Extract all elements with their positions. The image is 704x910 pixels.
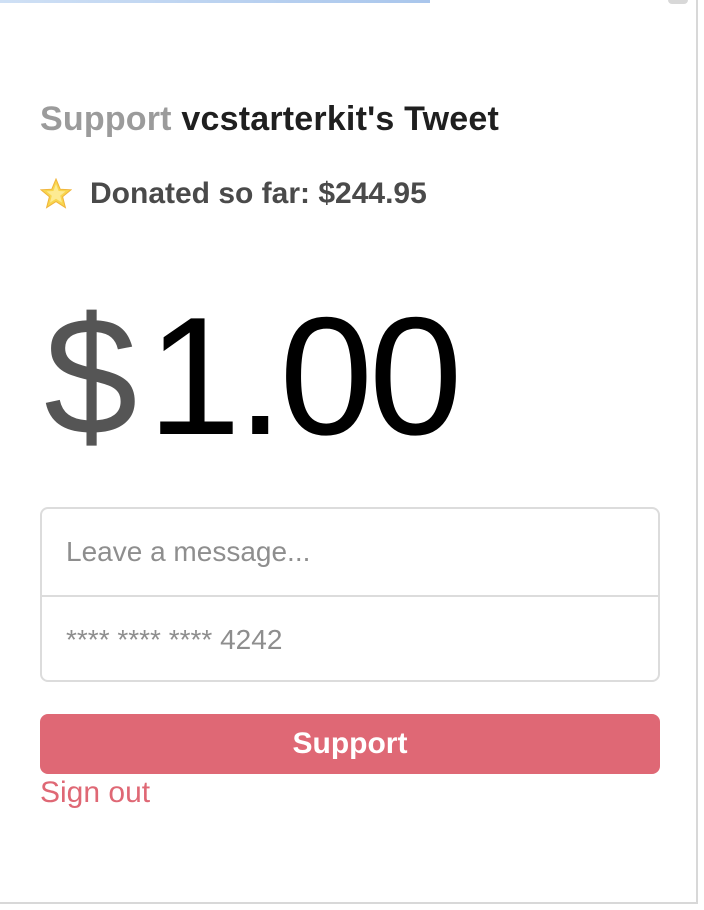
donation-amount: $1.00: [44, 292, 462, 460]
amount-value: 1.00: [147, 282, 462, 470]
support-button[interactable]: Support: [40, 714, 660, 774]
sign-out-link[interactable]: Sign out: [40, 776, 150, 810]
title-prefix: Support: [40, 100, 172, 138]
window-top-accent: [0, 0, 430, 3]
title-target: vcstarterkit's Tweet: [181, 100, 499, 138]
star-icon: [39, 177, 73, 210]
donation-form-fields: [40, 507, 660, 682]
donated-amount-text: Donated so far: $244.95: [90, 177, 427, 210]
page-title: Support vcstarterkit's Tweet: [40, 100, 499, 139]
message-input[interactable]: [42, 509, 658, 595]
donated-summary: Donated so far: $244.95: [39, 177, 427, 211]
window-corner-mark: [668, 0, 688, 4]
amount-currency: $: [44, 282, 137, 470]
support-window: Support vcstarterkit's Tweet Donated so …: [0, 0, 698, 904]
card-number-input[interactable]: [42, 597, 658, 680]
